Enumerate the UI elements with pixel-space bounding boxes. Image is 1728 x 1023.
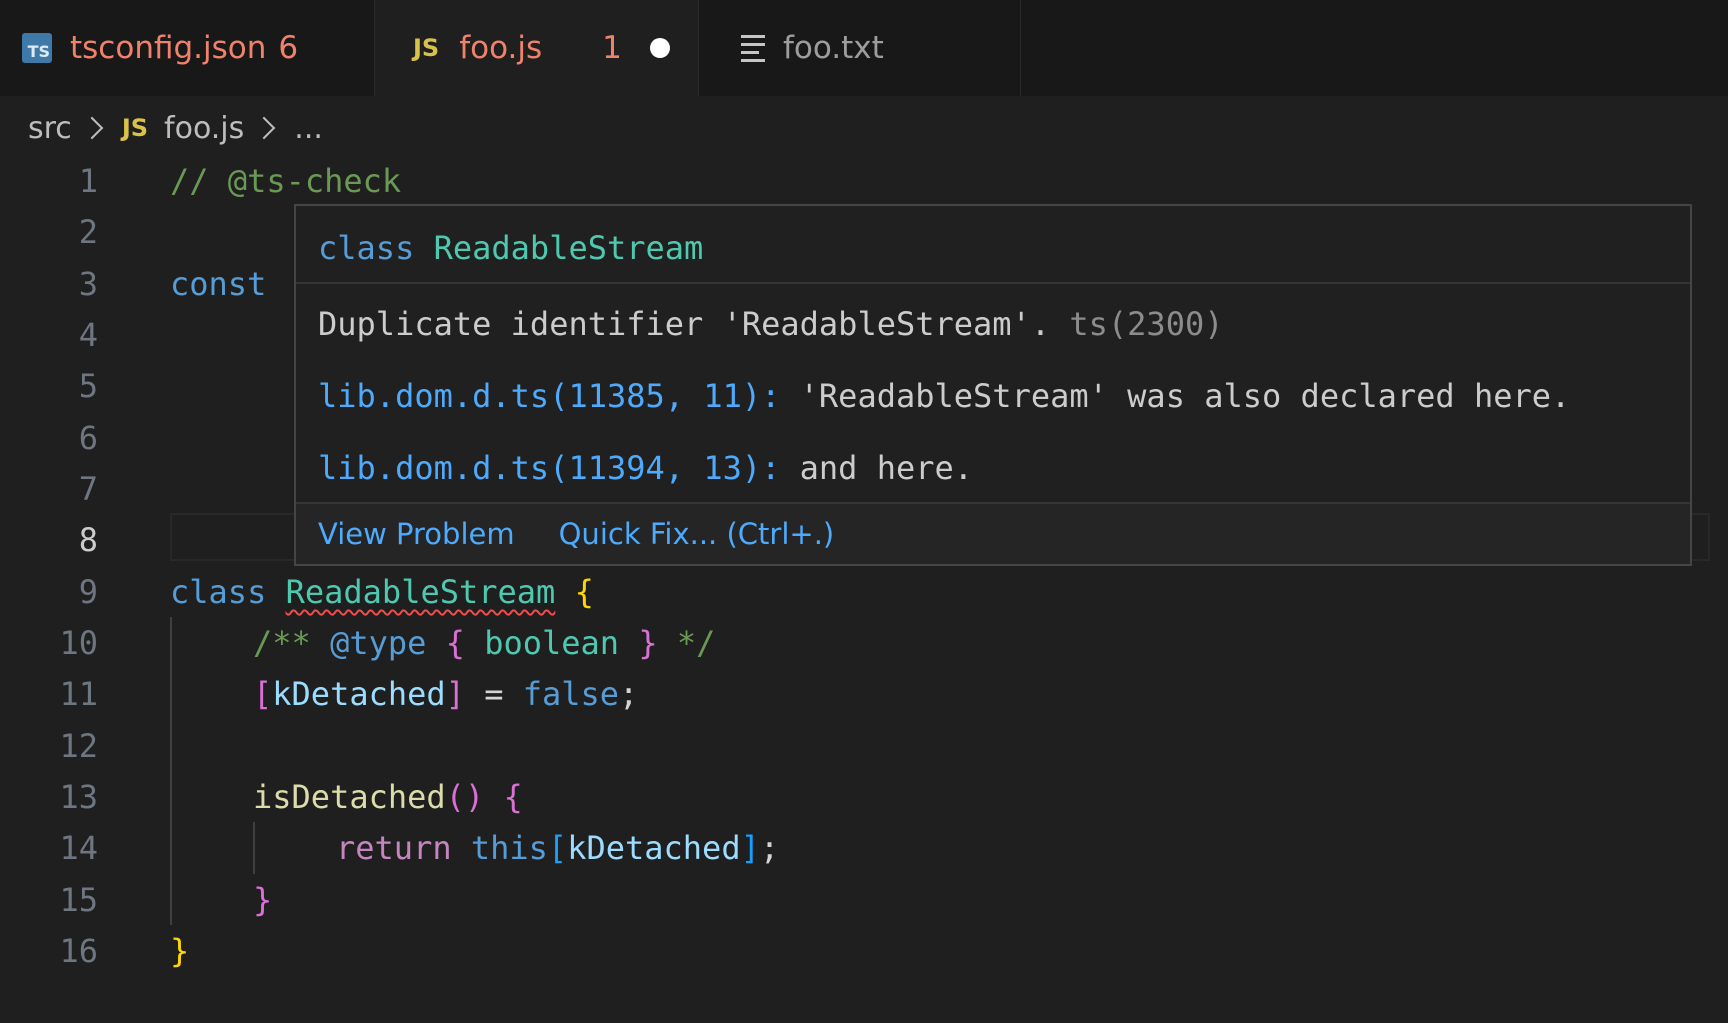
line-number: 2 [78, 213, 98, 251]
code-line-15: } [253, 874, 272, 926]
js-file-icon: JS [121, 114, 149, 142]
error-identifier[interactable]: ReadableStream [286, 573, 556, 611]
code-line-16: } [170, 925, 189, 977]
code-line-10: /** @type { boolean } */ [253, 617, 715, 669]
view-problem-button[interactable]: View Problem [318, 517, 515, 551]
related-text: and here. [780, 449, 974, 487]
code-line-3: const [170, 258, 266, 310]
tab-tsconfig[interactable]: TS tsconfig.json 6 [0, 0, 375, 96]
line-number: 9 [78, 573, 98, 611]
line-number: 14 [59, 829, 98, 867]
comment-token: */ [676, 624, 716, 662]
line-number: 5 [78, 367, 98, 405]
line-number: 12 [59, 727, 98, 765]
line-number: 15 [59, 881, 98, 919]
line-number: 13 [59, 778, 98, 816]
diagnostic-code: ts(2300) [1069, 305, 1224, 343]
comment-token: /** [253, 624, 311, 662]
chevron-right-icon [252, 116, 276, 140]
ts-file-icon: TS [22, 33, 52, 63]
related-location-link[interactable]: lib.dom.d.ts(11385, 11): [318, 377, 780, 415]
tab-label: foo.js [459, 30, 543, 66]
breadcrumb: src JS foo.js ... [28, 104, 323, 152]
line-number: 1 [78, 162, 98, 200]
keyword-token: const [170, 265, 267, 303]
chevron-right-icon [80, 116, 104, 140]
diagnostic-message: Duplicate identifier 'ReadableStream'. t… [318, 300, 1223, 348]
hover-popup: class ReadableStream Duplicate identifie… [294, 204, 1692, 566]
keyword-token: return [336, 829, 452, 867]
property-token: kDetached [567, 829, 741, 867]
bracket-token: [ [253, 675, 273, 713]
type-token: boolean [484, 624, 620, 662]
line-number: 11 [59, 675, 98, 713]
indent-guide [170, 617, 172, 925]
code-line-11: [kDetached] = false; [253, 668, 638, 720]
code-line-13: isDetached() { [253, 771, 523, 823]
unsaved-dot-icon[interactable] [649, 38, 670, 58]
keyword-token: class [170, 573, 267, 611]
breadcrumb-file[interactable]: foo.js [164, 111, 244, 146]
paren-token: () [445, 778, 485, 816]
punctuation-token: ; [759, 829, 780, 867]
comment-token: // @ts-check [170, 162, 402, 200]
brace-token: { [574, 573, 594, 611]
line-number: 4 [78, 316, 98, 354]
keyword-token: class [318, 229, 415, 267]
line-number: 6 [78, 419, 98, 457]
tab-bar: TS tsconfig.json 6 JS foo.js 1 foo.txt [0, 0, 1728, 96]
diagnostic-text: Duplicate identifier 'ReadableStream'. [318, 305, 1051, 343]
code-line-14: return this[kDetached]; [336, 822, 779, 874]
quick-fix-button[interactable]: Quick Fix... (Ctrl+.) [559, 517, 835, 551]
bracket-token: ] [445, 675, 465, 713]
class-name-token: ReadableStream [433, 229, 704, 267]
brace-token: } [170, 932, 190, 970]
brace-token: { [503, 778, 523, 816]
punctuation-token: ; [619, 675, 639, 713]
line-number-current: 8 [78, 521, 98, 559]
related-text: 'ReadableStream' was also declared here. [780, 377, 1571, 415]
function-token: isDetached [253, 778, 446, 816]
tab-label: tsconfig.json [70, 30, 267, 66]
tab-foo-js[interactable]: JS foo.js 1 [375, 0, 699, 96]
literal-token: false [522, 675, 620, 713]
line-number: 10 [59, 624, 98, 662]
code-line-9: class ReadableStream { [170, 566, 594, 618]
operator-token: = [464, 675, 523, 713]
tab-label: foo.txt [783, 30, 884, 66]
related-info-row: lib.dom.d.ts(11394, 13): and here. [318, 444, 973, 492]
problem-count-badge: 6 [278, 30, 299, 66]
related-info-row: lib.dom.d.ts(11385, 11): 'ReadableStream… [318, 372, 1570, 420]
breadcrumb-symbols[interactable]: ... [294, 111, 323, 146]
js-file-icon: JS [413, 34, 440, 62]
indent-guide [253, 822, 255, 874]
breadcrumb-folder[interactable]: src [28, 111, 72, 146]
brace-token: } [253, 881, 273, 919]
text-file-icon [741, 34, 767, 62]
tab-foo-txt[interactable]: foo.txt [699, 0, 1021, 96]
hover-signature: class ReadableStream [318, 224, 703, 272]
hover-status-bar: View Problem Quick Fix... (Ctrl+.) [296, 504, 1690, 564]
related-location-link[interactable]: lib.dom.d.ts(11394, 13): [318, 449, 780, 487]
code-line-1: // @ts-check [170, 155, 401, 207]
hover-divider [296, 282, 1690, 284]
line-number: 3 [78, 265, 98, 303]
bracket-token: [ [547, 829, 568, 867]
line-number: 16 [59, 932, 98, 970]
problem-count-badge: 1 [602, 30, 622, 66]
brace-token: { [445, 624, 465, 662]
line-number: 7 [78, 470, 98, 508]
bracket-token: ] [740, 829, 760, 867]
property-token: kDetached [272, 675, 446, 713]
brace-token: } [638, 624, 658, 662]
jsdoc-tag-token: @type [330, 624, 427, 662]
this-token: this [470, 829, 548, 867]
